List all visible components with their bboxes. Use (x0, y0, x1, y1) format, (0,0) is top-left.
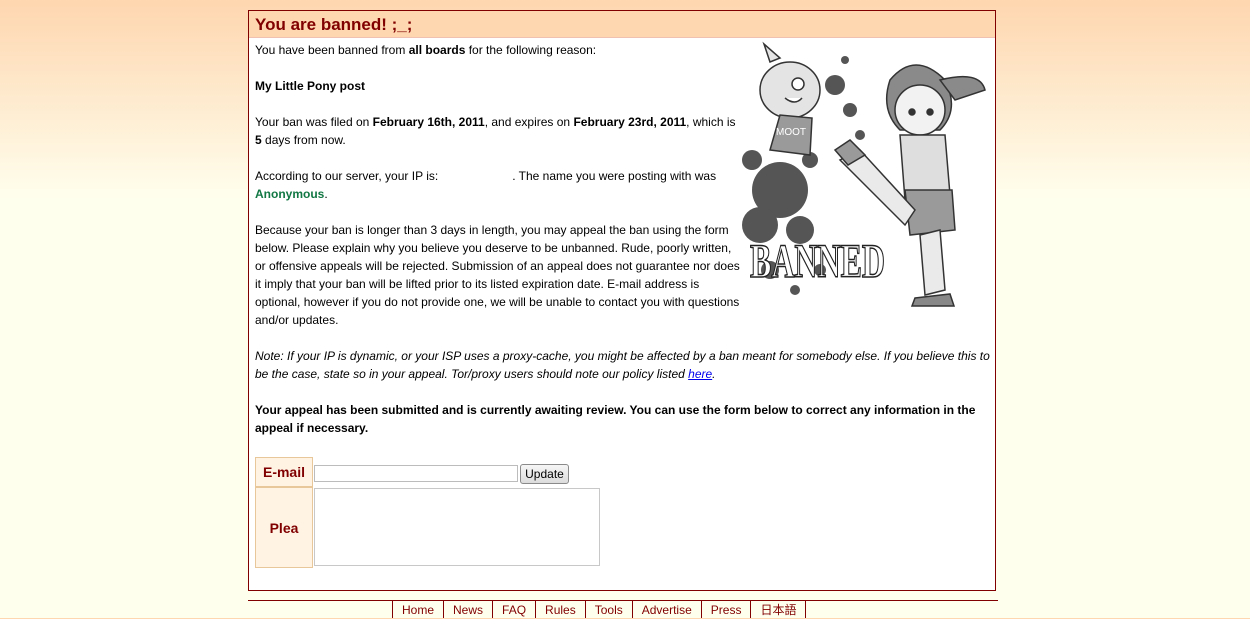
nav-faq[interactable]: FAQ (492, 601, 535, 618)
update-button[interactable]: Update (520, 464, 569, 484)
ban-scope: all boards (408, 43, 466, 57)
appeal-status-notice: Your appeal has been submitted and is cu… (255, 403, 976, 435)
plea-textarea[interactable] (314, 488, 600, 566)
plea-label: Plea (255, 487, 313, 568)
ban-title: You are banned! ;_; (249, 11, 995, 38)
days-remaining: 5 (255, 133, 262, 147)
nav-press[interactable]: Press (700, 601, 751, 618)
email-field[interactable] (314, 465, 518, 482)
appeal-instructions: Because your ban is longer than 3 days i… (255, 223, 740, 327)
proxy-note: Note: If your IP is dynamic, or your ISP… (255, 349, 990, 381)
ban-intro: You have been banned from all boards for… (255, 43, 597, 57)
ban-dates: Your ban was filed on February 16th, 201… (255, 115, 736, 147)
ban-panel: You are banned! ;_; You have been banned… (248, 10, 996, 591)
nav-advertise[interactable]: Advertise (631, 601, 701, 618)
email-label: E-mail (255, 457, 313, 487)
nav-home[interactable]: Home (392, 601, 443, 618)
banned-illustration: BANNED MOOT (742, 41, 986, 307)
poster-name: Anonymous (255, 187, 325, 201)
banned-stamp: BANNED (750, 235, 885, 288)
footer-nav: Home News FAQ Rules Tools Advertise Pres… (392, 601, 807, 618)
nav-japanese[interactable]: 日本語 (750, 601, 807, 618)
shirt-text: MOOT (776, 127, 806, 138)
nav-rules[interactable]: Rules (535, 601, 585, 618)
nav-news[interactable]: News (443, 601, 492, 618)
filed-date: February 16th, 2011 (372, 115, 485, 129)
ban-ip-info: According to our server, your IP is:. Th… (255, 169, 717, 201)
nav-tools[interactable]: Tools (584, 601, 632, 618)
policy-link[interactable]: here (688, 367, 712, 381)
expires-date: February 23rd, 2011 (573, 115, 687, 129)
